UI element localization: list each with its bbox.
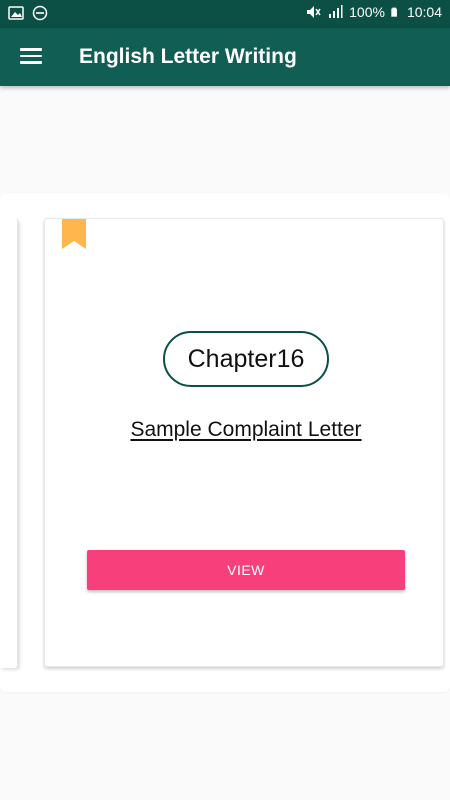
previous-card-edge[interactable] bbox=[0, 218, 18, 668]
status-bar: 100% 10:04 bbox=[0, 0, 450, 28]
battery-icon bbox=[391, 7, 397, 17]
app-bar: English Letter Writing bbox=[0, 28, 450, 86]
chapter-badge: Chapter16 bbox=[163, 331, 329, 387]
image-icon bbox=[8, 6, 24, 20]
view-button[interactable]: VIEW bbox=[87, 550, 405, 590]
chapter-card[interactable]: Chapter16 Sample Complaint Letter VIEW bbox=[44, 218, 444, 667]
letter-title-link[interactable]: Sample Complaint Letter bbox=[45, 418, 443, 442]
menu-icon[interactable] bbox=[18, 44, 44, 70]
battery-percent: 100% bbox=[349, 4, 385, 20]
clock: 10:04 bbox=[406, 4, 442, 20]
bookmark-icon[interactable] bbox=[62, 219, 86, 249]
status-left-icons bbox=[8, 5, 48, 21]
status-right: 100% 10:04 bbox=[305, 4, 442, 20]
signal-icon bbox=[329, 5, 343, 18]
do-not-disturb-icon bbox=[32, 5, 48, 21]
mute-icon bbox=[307, 6, 321, 18]
app-title: English Letter Writing bbox=[79, 45, 297, 68]
